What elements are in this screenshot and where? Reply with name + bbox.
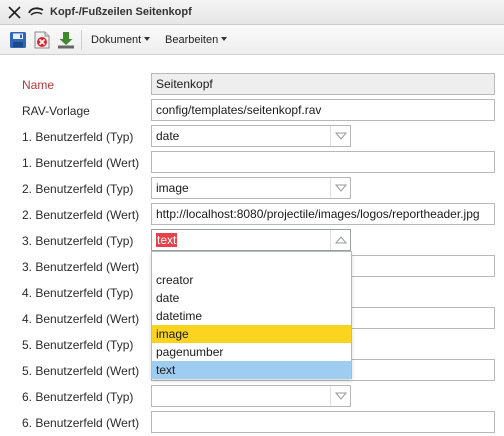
rav-label: RAV-Vorlage (22, 104, 90, 118)
field6-value-field[interactable] (151, 411, 495, 433)
dropdown-option-creator[interactable]: creator (152, 271, 351, 289)
row-rav: RAV-Vorlage config/templates/seitenkopf.… (0, 98, 504, 124)
dropdown-option-text[interactable]: text (152, 361, 351, 379)
dropdown-arrow[interactable] (330, 230, 350, 250)
row-field1-value: 1. Benutzerfeld (Wert) (0, 150, 504, 176)
dropdown-option-pagenumber[interactable]: pagenumber (152, 343, 351, 361)
menu-dokument[interactable]: Dokument (91, 34, 151, 46)
window-titlebar: Kopf-/Fußzeilen Seitenkopf (0, 0, 504, 25)
toolbar: Dokument Bearbeiten (0, 25, 504, 55)
row-field6-value: 6. Benutzerfeld (Wert) (0, 410, 504, 436)
dropdown-option-image[interactable]: image (152, 325, 351, 343)
field6-type-select[interactable] (151, 385, 351, 407)
field1-type-select[interactable]: date (151, 125, 351, 147)
field3-value-label: 3. Benutzerfeld (Wert) (22, 260, 140, 274)
field1-value-field[interactable] (151, 151, 495, 173)
field5-type-label: 5. Benutzerfeld (Typ) (22, 338, 134, 352)
field2-type-select[interactable]: image (151, 177, 351, 199)
dropdown-arrow[interactable] (330, 178, 350, 198)
delete-icon[interactable] (33, 31, 51, 49)
field6-value-label: 6. Benutzerfeld (Wert) (22, 416, 140, 430)
field2-value-field[interactable]: http://localhost:8080/projectile/images/… (151, 203, 495, 225)
rav-template-field[interactable]: config/templates/seitenkopf.rav (151, 99, 495, 121)
field2-value-label: 2. Benutzerfeld (Wert) (22, 208, 140, 222)
dropdown-option-empty[interactable] (152, 254, 351, 272)
row-field1-type: 1. Benutzerfeld (Typ) date (0, 124, 504, 150)
row-field6-type: 6. Benutzerfeld (Typ) (0, 384, 504, 410)
field4-type-label: 4. Benutzerfeld (Typ) (22, 286, 134, 300)
row-field2-value: 2. Benutzerfeld (Wert) http://localhost:… (0, 202, 504, 228)
chevron-up-icon (335, 236, 347, 244)
field2-type-label: 2. Benutzerfeld (Typ) (22, 182, 134, 196)
dropdown-arrow[interactable] (330, 386, 350, 406)
row-field2-type: 2. Benutzerfeld (Typ) image (0, 176, 504, 202)
download-icon[interactable] (57, 31, 75, 49)
name-field[interactable]: Seitenkopf (151, 73, 495, 95)
window-title: Kopf-/Fußzeilen Seitenkopf (50, 6, 192, 18)
field5-value-label: 5. Benutzerfeld (Wert) (22, 364, 140, 378)
chevron-down-icon (335, 132, 347, 140)
close-icon[interactable] (8, 6, 21, 19)
dropdown-option-date[interactable]: date (152, 289, 351, 307)
dropdown-arrow[interactable] (330, 126, 350, 146)
field3-type-label: 3. Benutzerfeld (Typ) (22, 234, 134, 248)
chevron-down-icon (221, 37, 228, 41)
field1-type-label: 1. Benutzerfeld (Typ) (22, 130, 134, 144)
field1-value-label: 1. Benutzerfeld (Wert) (22, 156, 140, 170)
field3-type-select[interactable]: text (151, 229, 351, 251)
field6-type-label: 6. Benutzerfeld (Typ) (22, 390, 134, 404)
name-label: Name (22, 78, 55, 92)
toolbar-separator (81, 30, 82, 50)
type-dropdown-list: creator date datetime image pagenumber t… (151, 251, 352, 379)
selected-text-highlight: text (156, 233, 178, 247)
row-name: Name Seitenkopf (0, 72, 504, 98)
chevron-down-icon (144, 37, 151, 41)
app-logo-icon (28, 7, 44, 16)
save-icon[interactable] (9, 31, 27, 49)
dropdown-option-datetime[interactable]: datetime (152, 307, 351, 325)
chevron-down-icon (335, 392, 347, 400)
chevron-down-icon (335, 184, 347, 192)
menu-bearbeiten[interactable]: Bearbeiten (165, 34, 228, 46)
field4-value-label: 4. Benutzerfeld (Wert) (22, 312, 140, 326)
